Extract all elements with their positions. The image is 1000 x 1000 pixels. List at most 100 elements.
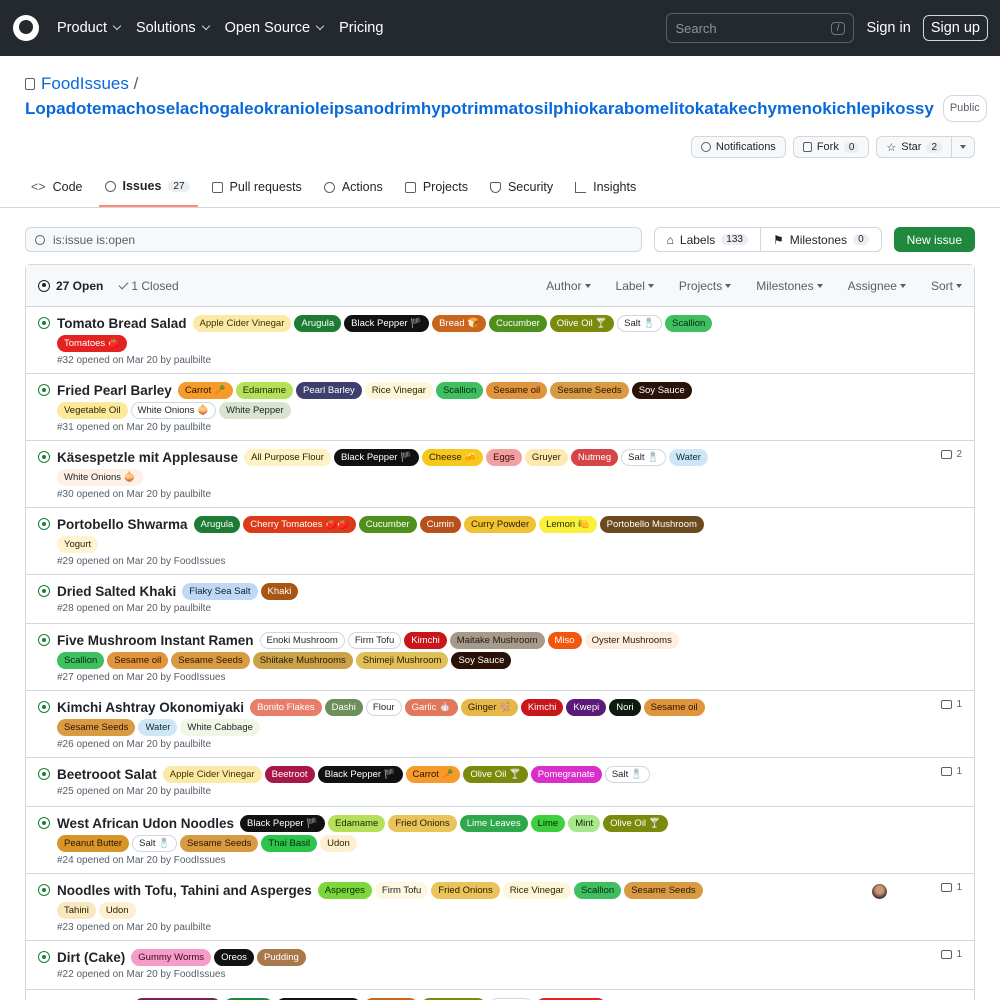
issue-label[interactable]: All Purpose Flour [244, 449, 331, 466]
issue-label[interactable]: White Onions 🧅 [57, 469, 143, 486]
filter-sort[interactable]: Sort [931, 279, 962, 293]
issue-label[interactable]: Mint [568, 815, 601, 832]
issue-label[interactable]: Cherry Tomatoes 🍅🍅 [243, 516, 356, 533]
issue-label[interactable]: Lemon 🍋 [539, 516, 597, 533]
issue-label[interactable]: Dashi [324, 699, 363, 716]
issue-label[interactable]: Cucumber [488, 315, 547, 332]
issue-label[interactable]: Sesame Seeds [179, 835, 259, 852]
tab-issues[interactable]: Issues 27 [98, 171, 198, 207]
issue-label[interactable]: Cumin [419, 516, 462, 533]
issue-label[interactable]: Sesame Seeds [57, 719, 136, 736]
issue-label[interactable]: Khaki [260, 583, 299, 600]
issue-label[interactable]: Udon [98, 902, 136, 919]
issue-label[interactable]: Arugula [294, 315, 342, 332]
comments-link[interactable]: 1 [941, 882, 962, 893]
tab-code[interactable]: <> Code [25, 171, 91, 207]
issue-label[interactable]: Soy Sauce [451, 652, 512, 669]
issue-label[interactable]: Kimchi [404, 632, 447, 649]
milestones-button[interactable]: ⚑ Milestones 0 [759, 228, 881, 251]
comments-link[interactable]: 1 [941, 949, 962, 960]
issue-filter-input[interactable]: is:issue is:open [25, 227, 642, 252]
issue-label[interactable]: Black Pepper 🏴 [317, 766, 403, 783]
issue-label[interactable]: Tomatoes 🍅 [57, 335, 127, 352]
issue-label[interactable]: Cheese 🧀 [421, 449, 484, 466]
comments-link[interactable]: 1 [941, 766, 962, 777]
issue-label[interactable]: Scallion [573, 882, 622, 899]
issue-label[interactable]: Olive Oil 🍸 [549, 315, 615, 332]
search-input[interactable]: Search / [666, 13, 855, 43]
issue-label[interactable]: Bonito Flakes [250, 699, 322, 716]
issue-label[interactable]: Beetroot [264, 766, 315, 783]
issue-title-link[interactable]: Dried Salted Khaki [57, 583, 176, 600]
issue-label[interactable]: Yogurt [57, 536, 99, 553]
issue-label[interactable]: Sesame Seeds [550, 382, 629, 399]
sign-in-link[interactable]: Sign in [866, 16, 910, 40]
tab-security[interactable]: Security [484, 171, 561, 207]
issue-label[interactable]: Fried Onions [431, 882, 500, 899]
issue-title-link[interactable]: Dirt (Cake) [57, 949, 125, 966]
issue-label[interactable]: Black Pepper 🏴 [344, 315, 430, 332]
issue-label[interactable]: White Cabbage [180, 719, 260, 736]
issue-label[interactable]: Eggs [486, 449, 522, 466]
issue-label[interactable]: Firm Tofu [374, 882, 429, 899]
issue-label[interactable]: Udon [320, 835, 357, 852]
issue-label[interactable]: Rice Vinegar [502, 882, 571, 899]
new-issue-button[interactable]: New issue [893, 227, 975, 252]
issue-label[interactable]: Flaky Sea Salt [182, 583, 258, 600]
issue-label[interactable]: Arugula [193, 516, 241, 533]
issue-label[interactable]: Enoki Mushroom [259, 632, 345, 649]
issue-label[interactable]: Firm Tofu [347, 632, 402, 649]
issue-label[interactable]: Oyster Mushrooms [584, 632, 679, 649]
issue-label[interactable]: Sesame oil [107, 652, 169, 669]
issue-label[interactable]: Olive Oil 🍸 [603, 815, 668, 832]
issue-label[interactable]: Thai Basil [261, 835, 318, 852]
filter-author[interactable]: Author [546, 279, 591, 293]
issue-label[interactable]: Black Pepper 🏴 [240, 815, 326, 832]
issue-label[interactable]: Lime Leaves [459, 815, 528, 832]
open-issues-link[interactable]: 27 Open [38, 279, 103, 293]
issue-title-link[interactable]: Kimchi Ashtray Okonomiyaki [57, 699, 244, 716]
issue-title-link[interactable]: Beetrooot Salat [57, 766, 157, 783]
nav-solutions[interactable]: Solutions [136, 20, 210, 36]
issue-label[interactable]: Black Pepper 🏴 [333, 449, 419, 466]
nav-open-source[interactable]: Open Source [225, 20, 325, 36]
issue-label[interactable]: Carrot 🥕 [177, 382, 233, 399]
issue-label[interactable]: Sesame Seeds [171, 652, 250, 669]
nav-pricing[interactable]: Pricing [339, 20, 383, 36]
tab-projects[interactable]: Projects [399, 171, 476, 207]
issue-label[interactable]: Fried Onions [388, 815, 457, 832]
issue-label[interactable]: Apple Cider Vinegar [162, 766, 262, 783]
issue-label[interactable]: Sesame Seeds [624, 882, 703, 899]
tab-insights[interactable]: Insights [569, 171, 644, 207]
star-button[interactable]: ☆ Star 2 [876, 136, 952, 158]
issue-label[interactable]: Kimchi [520, 699, 564, 716]
issue-label[interactable]: Gruyer [524, 449, 568, 466]
repo-name-link[interactable]: Lopadotemachoselachogaleokranioleipsanod… [25, 97, 934, 120]
issue-label[interactable]: Lime [530, 815, 566, 832]
issue-label[interactable]: Water [138, 719, 178, 736]
issue-label[interactable]: Pudding [256, 949, 306, 966]
issue-label[interactable]: Rice Vinegar [364, 382, 433, 399]
labels-button[interactable]: ⌂ Labels 133 [655, 228, 760, 251]
issue-title-link[interactable]: Five Mushroom Instant Ramen [57, 632, 254, 649]
issue-title-link[interactable]: Fried Pearl Barley [57, 382, 172, 399]
issue-label[interactable]: White Pepper [219, 402, 291, 419]
issue-label[interactable]: Tahini [57, 902, 96, 919]
filter-label[interactable]: Label [616, 279, 654, 293]
issue-label[interactable]: Scallion [665, 315, 713, 332]
issue-label[interactable]: Peanut Butter [57, 835, 130, 852]
issue-label[interactable]: Salt 🧂 [132, 835, 177, 852]
issue-label[interactable]: Bread 🍞 [432, 315, 486, 332]
issue-title-link[interactable]: Käsespetzle mit Applesause [57, 449, 238, 466]
issue-label[interactable]: Scallion [435, 382, 484, 399]
issue-label[interactable]: Soy Sauce [631, 382, 692, 399]
issue-label[interactable]: Miso [547, 632, 582, 649]
issue-label[interactable]: Scallion [57, 652, 105, 669]
issue-label[interactable]: Water [668, 449, 708, 466]
issue-label[interactable]: Pearl Barley [296, 382, 362, 399]
issue-label[interactable]: Edamame [328, 815, 386, 832]
issue-label[interactable]: Asperges [317, 882, 372, 899]
notifications-button[interactable]: Notifications [690, 136, 786, 158]
issue-label[interactable]: Vegetable Oil [57, 402, 128, 419]
sign-up-button[interactable]: Sign up [922, 15, 988, 41]
